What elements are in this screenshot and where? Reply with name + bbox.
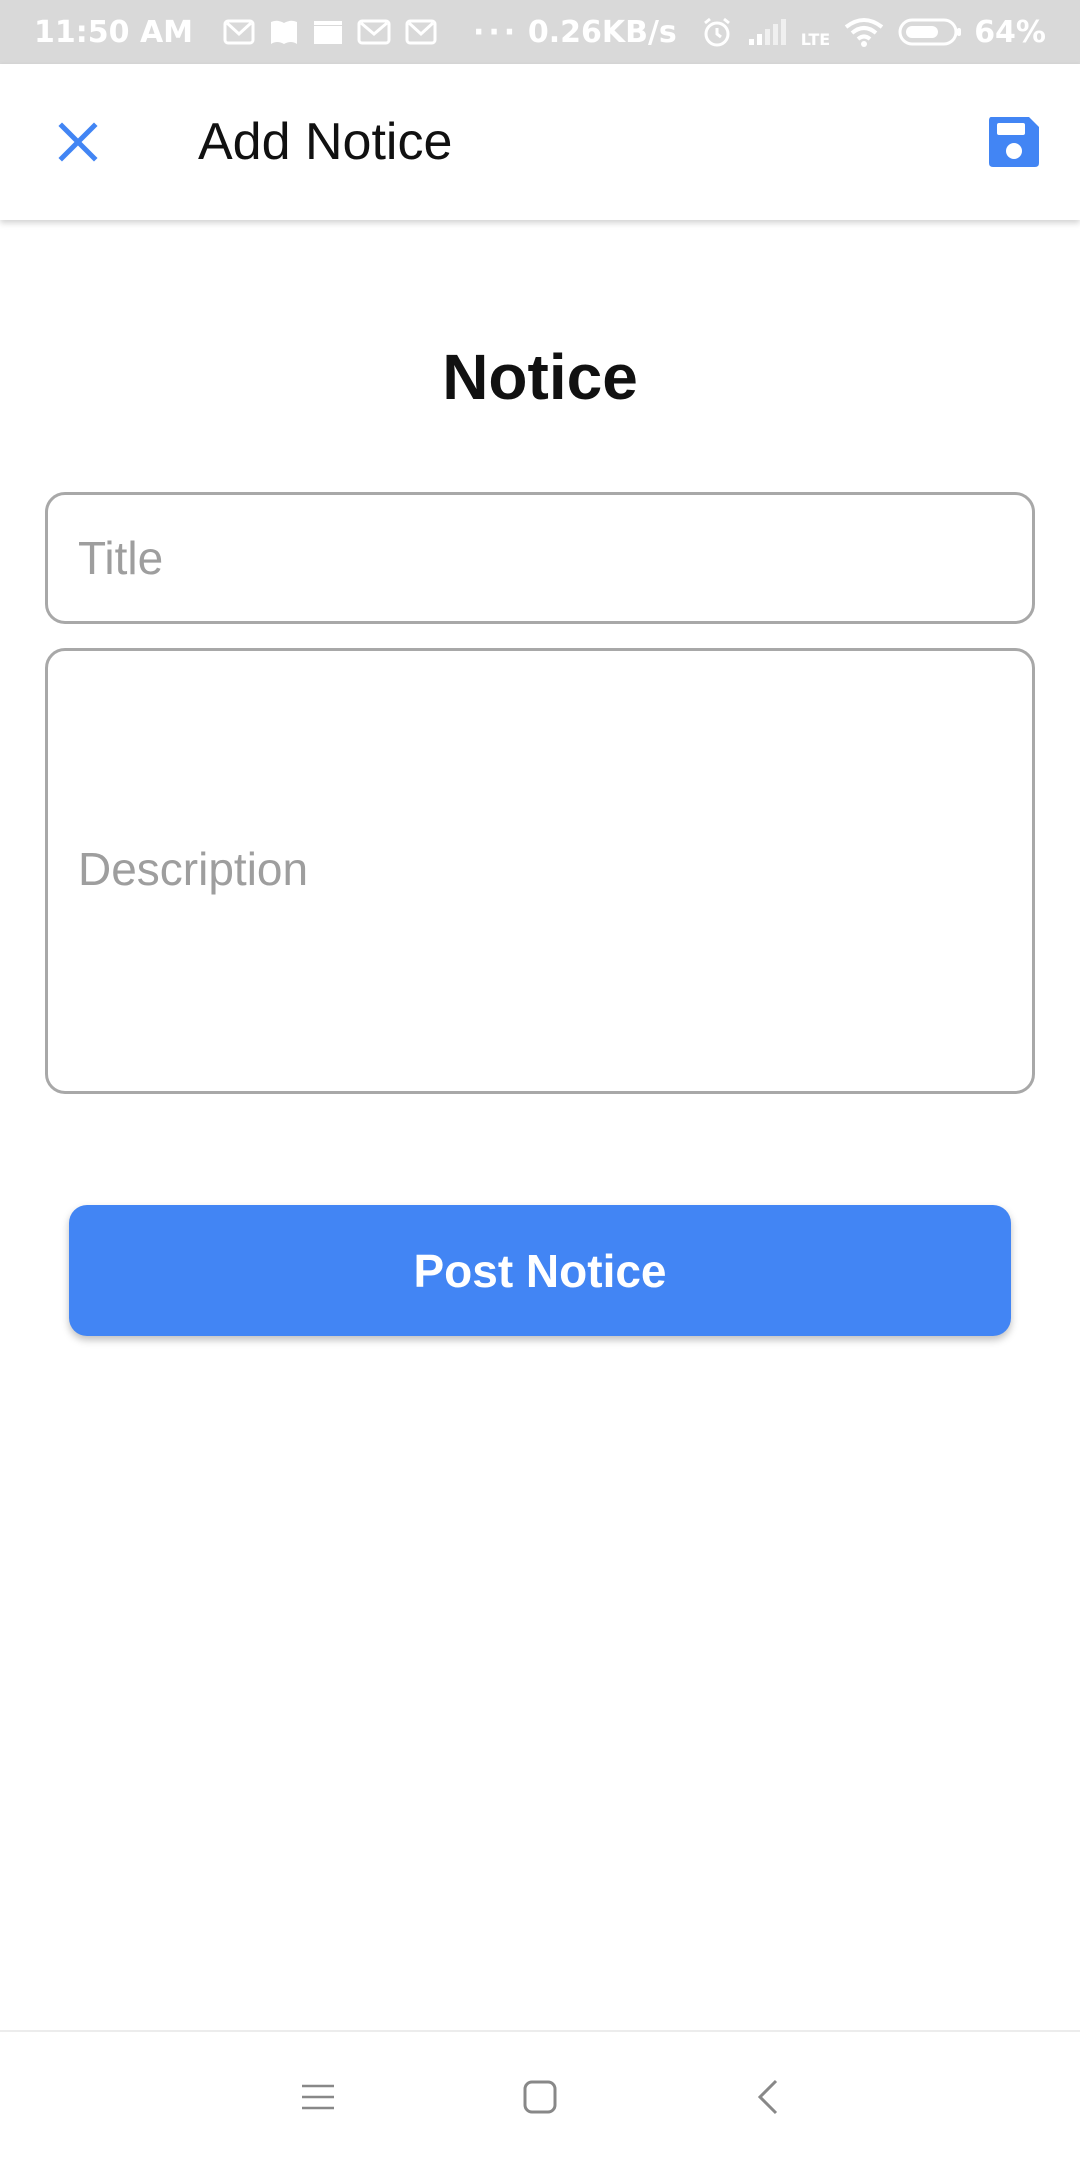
gmail-icon <box>405 19 437 45</box>
app-bar: Add Notice <box>0 64 1080 220</box>
status-right: 0.26KB/s LTE 64% <box>528 0 1046 64</box>
form-heading: Notice <box>442 341 638 413</box>
alarm-icon <box>701 16 733 48</box>
close-icon <box>58 122 98 162</box>
save-icon <box>989 117 1039 167</box>
home-icon <box>523 2080 557 2114</box>
network-speed: 0.26KB/s <box>527 14 677 50</box>
network-type-label: LTE <box>800 30 831 49</box>
save-button[interactable] <box>978 106 1050 178</box>
wifi-icon <box>844 17 884 47</box>
book-icon <box>269 18 299 46</box>
post-notice-button[interactable]: Post Notice <box>69 1205 1011 1336</box>
volte-icon: LTE <box>801 16 830 48</box>
description-input[interactable] <box>45 648 1035 1094</box>
home-button[interactable] <box>500 2062 580 2132</box>
title-input[interactable] <box>45 492 1035 624</box>
notification-icons <box>209 18 437 46</box>
back-button[interactable] <box>728 2062 808 2132</box>
signal-icon <box>747 17 787 47</box>
close-button[interactable] <box>40 104 116 180</box>
page-title: Add Notice <box>198 113 453 171</box>
battery-percentage: 64% <box>974 14 1046 50</box>
system-nav-bar <box>0 2030 1080 2162</box>
status-bar: 11:50 AM ··· 0.26KB/s LTE 64% <box>0 0 1080 64</box>
clapper-icon <box>313 19 343 45</box>
gmail-icon <box>357 19 391 45</box>
status-left: 11:50 AM ··· <box>34 0 519 64</box>
back-icon <box>757 2079 778 2115</box>
status-time: 11:50 AM <box>34 14 194 50</box>
battery-icon <box>898 17 962 47</box>
menu-icon <box>302 2084 334 2110</box>
more-notifications: ··· <box>473 14 520 50</box>
gmail-icon <box>223 19 255 45</box>
recent-apps-button[interactable] <box>278 2062 358 2132</box>
